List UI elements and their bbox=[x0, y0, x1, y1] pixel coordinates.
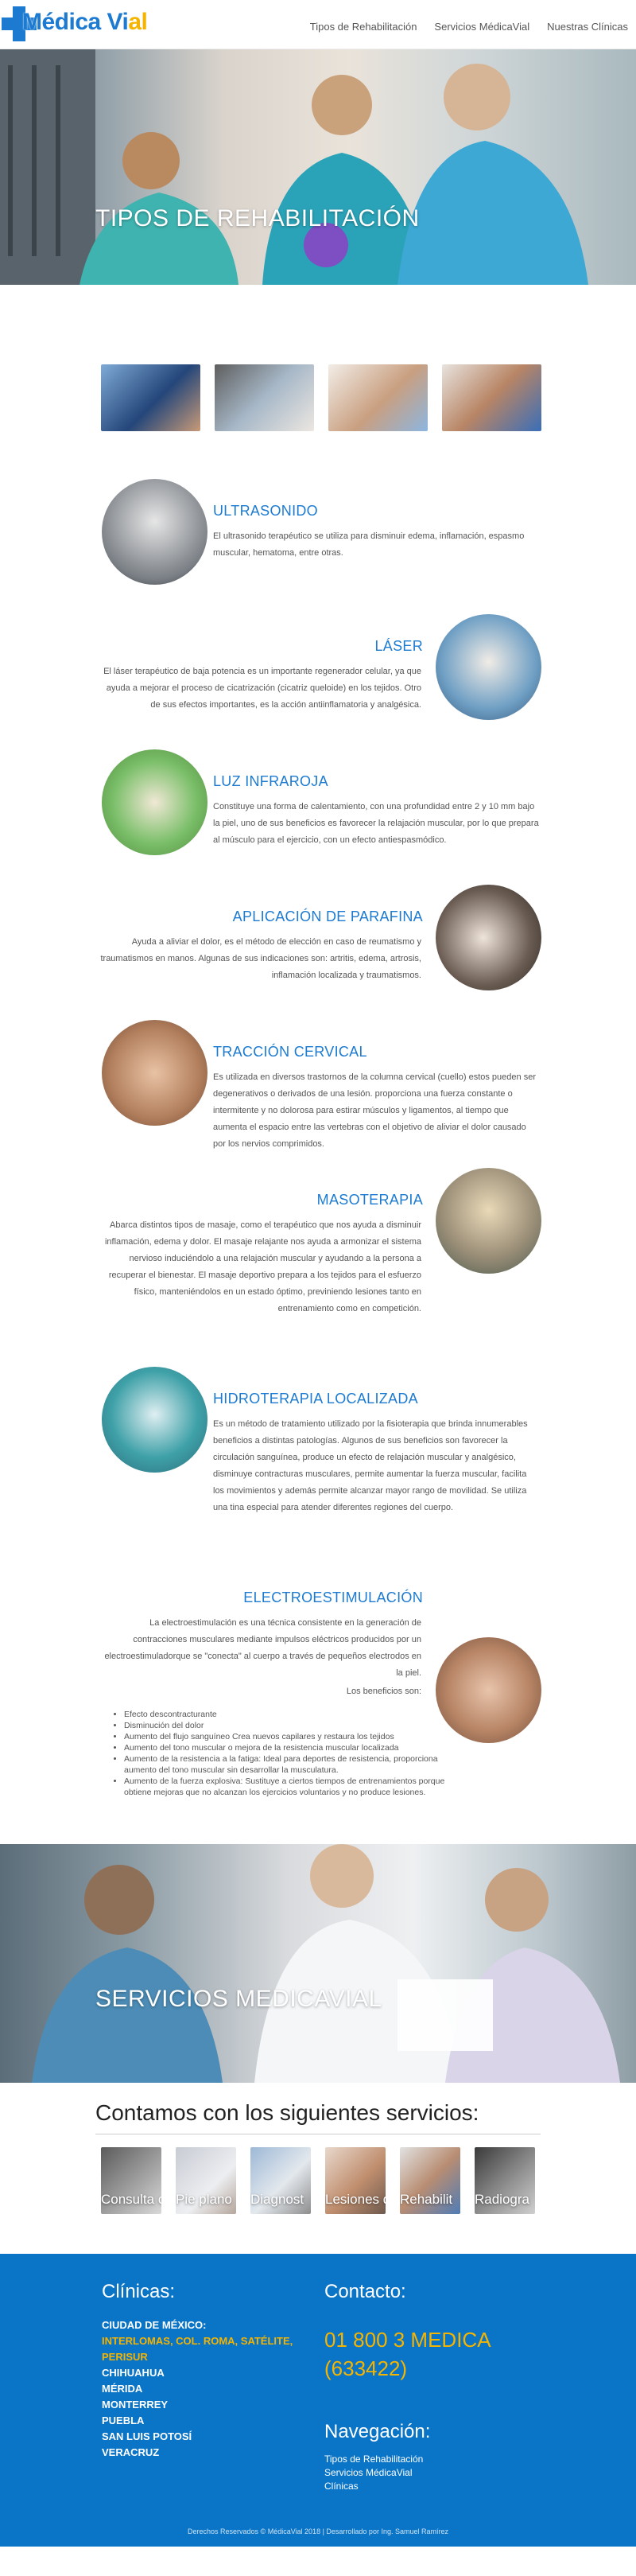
footer-clinicas-title: Clínicas: bbox=[102, 2281, 176, 2302]
thumbnail-image bbox=[442, 364, 541, 431]
hero-photo bbox=[32, 1844, 620, 2083]
list-item: Aumento del tono muscular o mejora de la… bbox=[124, 1742, 469, 1753]
treatment-image bbox=[436, 614, 541, 720]
treatment-text: Es un método de tratamiento utilizado po… bbox=[213, 1419, 528, 1512]
list-item[interactable]: VERACRUZ bbox=[102, 2445, 308, 2461]
treatment-subtitle: Los beneficios son: bbox=[346, 1687, 421, 1696]
list-item[interactable]: INTERLOMAS, COL. ROMA, SATÉLITE, PERISUR bbox=[102, 2333, 308, 2365]
copyright: Derechos Reservados © MédicaVial 2018 | … bbox=[188, 2527, 448, 2535]
treatment-text: Constituye una forma de calentamiento, c… bbox=[213, 802, 539, 845]
service-card-diagnostico[interactable]: Diagnost bbox=[250, 2147, 311, 2214]
thumbnail-row bbox=[101, 364, 636, 431]
list-item[interactable]: MÉRIDA bbox=[102, 2381, 308, 2397]
hero-banner-rehabilitacion: TIPOS DE REHABILITACIÓN bbox=[0, 49, 636, 285]
treatment-text: El ultrasonido terapéutico se utiliza pa… bbox=[213, 531, 525, 558]
treatment-luz-infraroja: LUZ INFRAROJA Constituye una forma de ca… bbox=[0, 749, 636, 885]
treatment-title: HIDROTERAPIA LOCALIZADA bbox=[213, 1391, 418, 1407]
footer-contacto-title: Contacto: bbox=[324, 2281, 406, 2302]
service-card-rehabilitacion[interactable]: Rehabilit bbox=[400, 2147, 460, 2214]
service-label: Pie plano bbox=[176, 2192, 232, 2207]
service-label: Diagnost bbox=[250, 2192, 304, 2207]
logo[interactable]: Médica Vial bbox=[0, 2, 151, 45]
list-item: Aumento del flujo sanguíneo Crea nuevos … bbox=[124, 1731, 469, 1742]
thumbnail-image bbox=[215, 364, 314, 431]
list-item[interactable]: PUEBLA bbox=[102, 2413, 308, 2429]
treatment-title: LUZ INFRAROJA bbox=[213, 773, 328, 789]
list-item: Efecto descontracturante bbox=[124, 1709, 469, 1720]
service-card-lesiones[interactable]: Lesiones deportiva bbox=[325, 2147, 386, 2214]
treatment-electroestimulacion: ELECTROESTIMULACIÓN La electroestimulaci… bbox=[0, 1566, 636, 1844]
treatment-hidroterapia: HIDROTERAPIA LOCALIZADA Es un método de … bbox=[0, 1367, 636, 1566]
treatment-text: La electroestimulación es una técnica co… bbox=[104, 1618, 421, 1678]
treatment-parafina: APLICACIÓN DE PARAFINA Ayuda a aliviar e… bbox=[0, 885, 636, 1020]
treatment-image bbox=[436, 885, 541, 990]
list-item: Aumento de la resistencia a la fatiga: I… bbox=[124, 1753, 469, 1776]
treatment-image bbox=[102, 479, 207, 585]
thumbnail-image bbox=[328, 364, 428, 431]
treatment-image bbox=[102, 749, 207, 855]
treatment-title: TRACCIÓN CERVICAL bbox=[213, 1044, 367, 1060]
logo-text: Médica Vial bbox=[22, 9, 148, 35]
treatment-masoterapia: MASOTERAPIA Abarca distintos tipos de ma… bbox=[0, 1168, 636, 1367]
list-item: Disminución del dolor bbox=[124, 1720, 469, 1731]
list-item[interactable]: SAN LUIS POTOSÍ bbox=[102, 2429, 308, 2445]
service-label: Radiogra bbox=[475, 2192, 529, 2207]
footer-navegacion-title: Navegación: bbox=[324, 2421, 431, 2442]
footer-link-clinicas[interactable]: Clínicas bbox=[324, 2480, 423, 2493]
hero-banner-servicios: SERVICIOS MEDICAVIAL bbox=[0, 1844, 636, 2083]
nav-tipos-rehabilitacion[interactable]: Tipos de Rehabilitación bbox=[310, 21, 417, 33]
list-item: Aumento de la fuerza explosiva: Sustituy… bbox=[124, 1776, 469, 1798]
nav-clinicas[interactable]: Nuestras Clínicas bbox=[547, 21, 628, 33]
service-label: Consulta ortopedi bbox=[101, 2192, 161, 2207]
hero-title: SERVICIOS MEDICAVIAL bbox=[95, 1986, 382, 2012]
treatment-image bbox=[102, 1367, 207, 1473]
treatment-text: Es utilizada en diversos trastornos de l… bbox=[213, 1072, 536, 1149]
service-label: Rehabilit bbox=[400, 2192, 453, 2207]
footer-link-tipos[interactable]: Tipos de Rehabilitación bbox=[324, 2453, 423, 2466]
list-item[interactable]: MONTERREY bbox=[102, 2397, 308, 2413]
site-footer: Clínicas: CIUDAD DE MÉXICO: INTERLOMAS, … bbox=[0, 2254, 636, 2547]
treatment-text: Ayuda a aliviar el dolor, es el método d… bbox=[100, 937, 421, 980]
services-title: Contamos con los siguientes servicios: bbox=[95, 2100, 479, 2125]
hero-photo bbox=[0, 49, 588, 285]
service-card-consulta[interactable]: Consulta ortopedi bbox=[101, 2147, 161, 2214]
hero-title: TIPOS DE REHABILITACIÓN bbox=[95, 205, 420, 232]
service-card-radiografia[interactable]: Radiogra bbox=[475, 2147, 535, 2214]
treatment-title: APLICACIÓN DE PARAFINA bbox=[232, 909, 423, 924]
treatment-title: LÁSER bbox=[374, 638, 423, 654]
clinicas-list: CIUDAD DE MÉXICO: INTERLOMAS, COL. ROMA,… bbox=[102, 2317, 308, 2461]
treatment-title: MASOTERAPIA bbox=[316, 1192, 423, 1208]
treatment-image bbox=[436, 1168, 541, 1274]
treatment-laser: LÁSER El láser terapéutico de baja poten… bbox=[0, 614, 636, 749]
services-grid: Consulta ortopedi Pie plano Diagnost Les… bbox=[101, 2147, 636, 2214]
footer-nav: Tipos de Rehabilitación Servicios Médica… bbox=[324, 2453, 423, 2493]
benefits-list: Efecto descontracturante Disminución del… bbox=[111, 1709, 469, 1798]
list-item[interactable]: CHIHUAHUA bbox=[102, 2365, 308, 2381]
treatment-title: ELECTROESTIMULACIÓN bbox=[243, 1590, 423, 1605]
treatment-text: Abarca distintos tipos de masaje, como e… bbox=[104, 1220, 421, 1313]
list-item: CIUDAD DE MÉXICO: bbox=[102, 2319, 207, 2331]
treatment-text: El láser terapéutico de baja potencia es… bbox=[103, 667, 421, 710]
treatment-traccion-cervical: TRACCIÓN CERVICAL Es utilizada en divers… bbox=[0, 1020, 636, 1168]
treatment-ultrasonido: ULTRASONIDO El ultrasonido terapéutico s… bbox=[0, 479, 636, 614]
footer-link-servicios[interactable]: Servicios MédicaVial bbox=[324, 2466, 423, 2480]
service-label: Lesiones deportiva bbox=[325, 2192, 386, 2207]
service-card-pie-plano[interactable]: Pie plano bbox=[176, 2147, 236, 2214]
site-header: Médica Vial Tipos de Rehabilitación Serv… bbox=[0, 0, 636, 49]
main-nav: Tipos de Rehabilitación Servicios Médica… bbox=[310, 21, 628, 33]
thumbnail-image bbox=[101, 364, 200, 431]
treatment-title: ULTRASONIDO bbox=[213, 503, 318, 519]
treatment-image bbox=[102, 1020, 207, 1126]
phone-number[interactable]: 01 800 3 MEDICA (633422) bbox=[324, 2325, 491, 2383]
nav-servicios[interactable]: Servicios MédicaVial bbox=[434, 21, 529, 33]
